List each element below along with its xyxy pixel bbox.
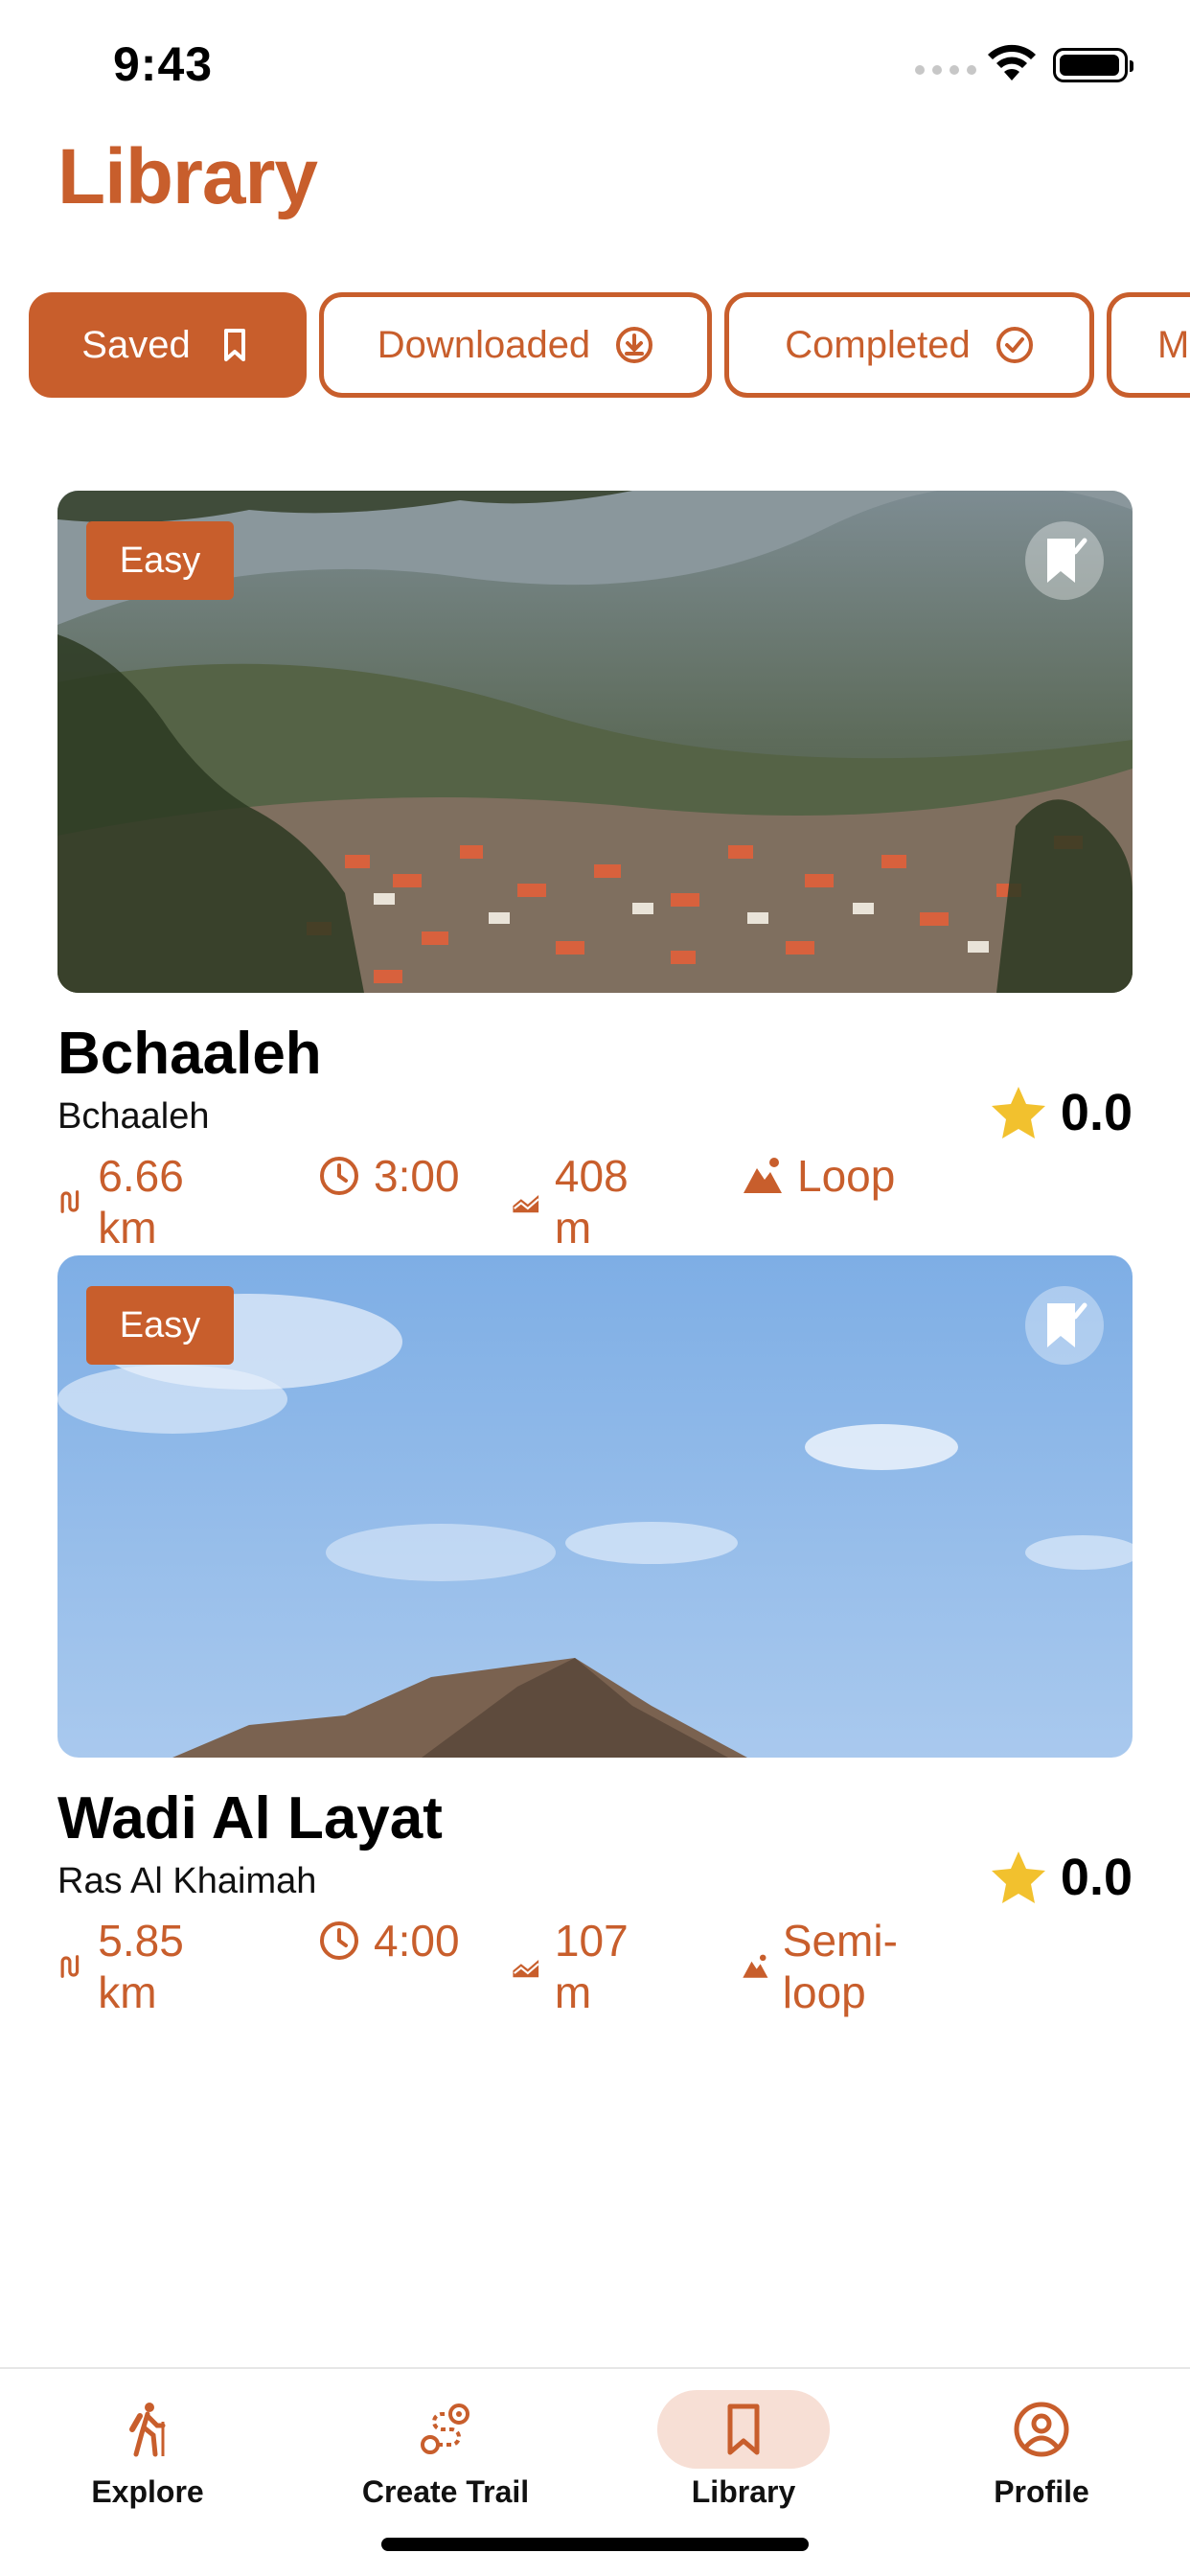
mountain-icon <box>743 1954 768 1978</box>
clock-icon <box>320 1921 358 1960</box>
route-distance-icon <box>60 1190 80 1213</box>
check-circle-icon <box>995 327 1033 363</box>
home-indicator[interactable] <box>381 2538 809 2551</box>
trail-card[interactable]: Easy Bchaaleh Bchaaleh 0.0 6.66 km 3:00 … <box>57 491 1133 1253</box>
distance-value: 6.66 km <box>98 1151 184 1253</box>
tab-label: Explore <box>91 2474 204 2509</box>
filter-chip-more[interactable]: M <box>1107 292 1190 398</box>
duration-value: 3:00 <box>374 1151 460 1201</box>
trail-rating: 0.0 <box>990 1848 1133 1907</box>
stat-elevation: 408 m <box>512 1150 641 1254</box>
elevation-value: 408 m <box>554 1151 629 1253</box>
battery-icon <box>1053 48 1133 82</box>
duration-value: 4:00 <box>374 1916 460 1966</box>
difficulty-badge: Easy <box>86 521 234 600</box>
stat-elevation: 107 m <box>512 1915 641 2018</box>
route-type-value: Semi-loop <box>782 1916 898 2017</box>
trail-card[interactable]: Easy Wadi Al Layat Ras Al Khaimah 0.0 5.… <box>57 1255 1133 2017</box>
status-bar: 9:43 <box>0 0 1190 134</box>
filter-chip-label: Saved <box>81 323 191 366</box>
bookmark-check-icon <box>1047 538 1087 583</box>
trail-name: Bchaaleh <box>57 1021 322 1087</box>
tab-explore[interactable]: Explore <box>42 2390 253 2534</box>
trail-photo: Easy <box>57 1255 1133 1758</box>
cellular-signal-icon <box>915 65 976 75</box>
star-icon <box>991 1852 1045 1903</box>
rating-value: 0.0 <box>1060 1084 1133 1141</box>
tab-label: Create Trail <box>361 2474 530 2509</box>
wifi-icon <box>988 44 1036 80</box>
profile-icon <box>1014 2402 1069 2457</box>
status-time: 9:43 <box>113 37 214 91</box>
elevation-value: 107 m <box>554 1916 629 2017</box>
filter-chip-completed[interactable]: Completed <box>724 292 1094 398</box>
stat-route-type: Loop <box>742 1150 895 1202</box>
difficulty-badge: Easy <box>86 1286 234 1365</box>
elevation-icon <box>513 1194 539 1213</box>
elevation-icon <box>513 1959 539 1978</box>
trail-region: Ras Al Khaimah <box>57 1861 317 1901</box>
trail-region: Bchaaleh <box>57 1096 210 1137</box>
stat-distance: 6.66 km <box>57 1150 199 1254</box>
route-type-value: Loop <box>797 1151 896 1201</box>
page-title: Library <box>57 133 318 220</box>
stat-route-type: Semi-loop <box>742 1915 912 2018</box>
hiker-icon <box>129 2403 166 2457</box>
download-icon <box>616 327 653 363</box>
distance-value: 5.85 km <box>98 1916 184 2017</box>
trail-photo: Easy <box>57 491 1133 993</box>
stat-distance: 5.85 km <box>57 1915 199 2018</box>
clock-icon <box>320 1157 358 1195</box>
route-icon <box>421 2404 469 2454</box>
mountain-icon <box>744 1158 782 1193</box>
star-icon <box>991 1087 1045 1138</box>
bookmark-icon <box>223 329 245 361</box>
filter-chip-label: Downloaded <box>377 323 591 366</box>
filter-chip-label: Completed <box>785 323 971 366</box>
stat-duration: 4:00 <box>318 1915 460 1966</box>
tab-profile[interactable]: Profile <box>936 2390 1147 2534</box>
route-distance-icon <box>60 1955 80 1978</box>
filter-chip-saved[interactable]: Saved <box>29 292 307 398</box>
tab-create-trail[interactable]: Create Trail <box>340 2390 551 2534</box>
bookmark-toggle-button[interactable] <box>1025 1286 1104 1365</box>
tab-label: Library <box>691 2474 796 2509</box>
filter-chip-label: M <box>1157 323 1190 366</box>
stat-duration: 3:00 <box>318 1150 460 1202</box>
filter-chips: Saved Downloaded Completed M <box>29 292 1190 400</box>
rating-value: 0.0 <box>1060 1849 1133 1906</box>
filter-chip-downloaded[interactable]: Downloaded <box>319 292 712 398</box>
tab-library[interactable]: Library <box>638 2390 849 2534</box>
bookmark-icon <box>727 2404 760 2455</box>
tab-label: Profile <box>994 2474 1089 2509</box>
bookmark-toggle-button[interactable] <box>1025 521 1104 600</box>
trail-name: Wadi Al Layat <box>57 1785 443 1852</box>
bookmark-check-icon <box>1047 1302 1087 1347</box>
trail-rating: 0.0 <box>990 1083 1133 1142</box>
